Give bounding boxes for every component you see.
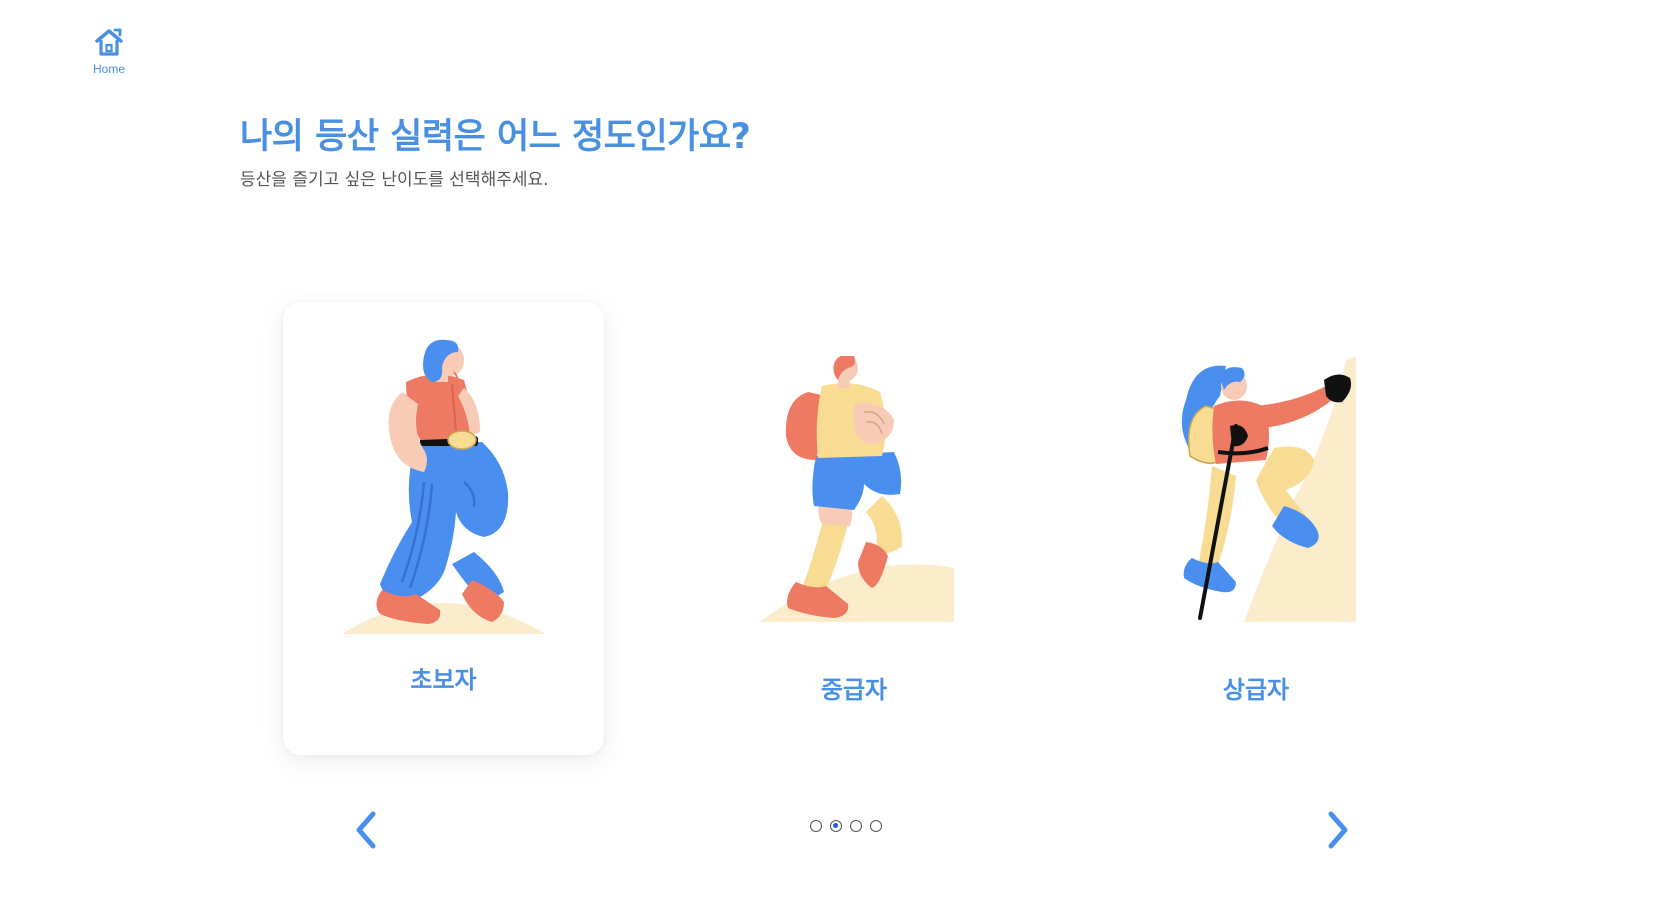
- level-card-beginner[interactable]: 초보자: [283, 302, 604, 755]
- page-heading: 나의 등산 실력은 어느 정도인가요? 등산을 즐기고 싶은 난이도를 선택해주…: [240, 108, 751, 190]
- page-title: 나의 등산 실력은 어느 정도인가요?: [240, 117, 751, 157]
- chevron-left-icon: [356, 811, 376, 849]
- level-card-intermediate[interactable]: 중급자: [744, 356, 964, 706]
- level-label-intermediate: 중급자: [820, 676, 888, 704]
- climber-rock-wall-illustration: [1181, 356, 1356, 622]
- level-label-advanced: 상급자: [1222, 676, 1290, 704]
- page-subtitle: 등산을 즐기고 싶은 난이도를 선택해주세요.: [240, 170, 549, 190]
- page-dot-3[interactable]: [850, 820, 862, 832]
- page-dot-4[interactable]: [870, 820, 882, 832]
- level-label-beginner: 초보자: [410, 666, 477, 694]
- next-button[interactable]: [1318, 806, 1358, 854]
- home-icon: [95, 28, 123, 56]
- pagination-dots: [810, 820, 882, 832]
- hiker-walking-illustration: [341, 339, 546, 634]
- home-label: Home: [92, 62, 125, 76]
- chevron-right-icon: [1328, 811, 1348, 849]
- hiker-backpack-illustration: [760, 356, 954, 622]
- prev-button[interactable]: [346, 806, 386, 854]
- level-card-advanced[interactable]: 상급자: [1146, 356, 1366, 706]
- page-dot-1[interactable]: [810, 820, 822, 832]
- level-select-page: Home 나의 등산 실력은 어느 정도인가요? 등산을 즐기고 싶은 난이도를…: [0, 0, 1680, 908]
- home-button[interactable]: Home: [84, 26, 134, 84]
- page-dot-2[interactable]: [830, 820, 842, 832]
